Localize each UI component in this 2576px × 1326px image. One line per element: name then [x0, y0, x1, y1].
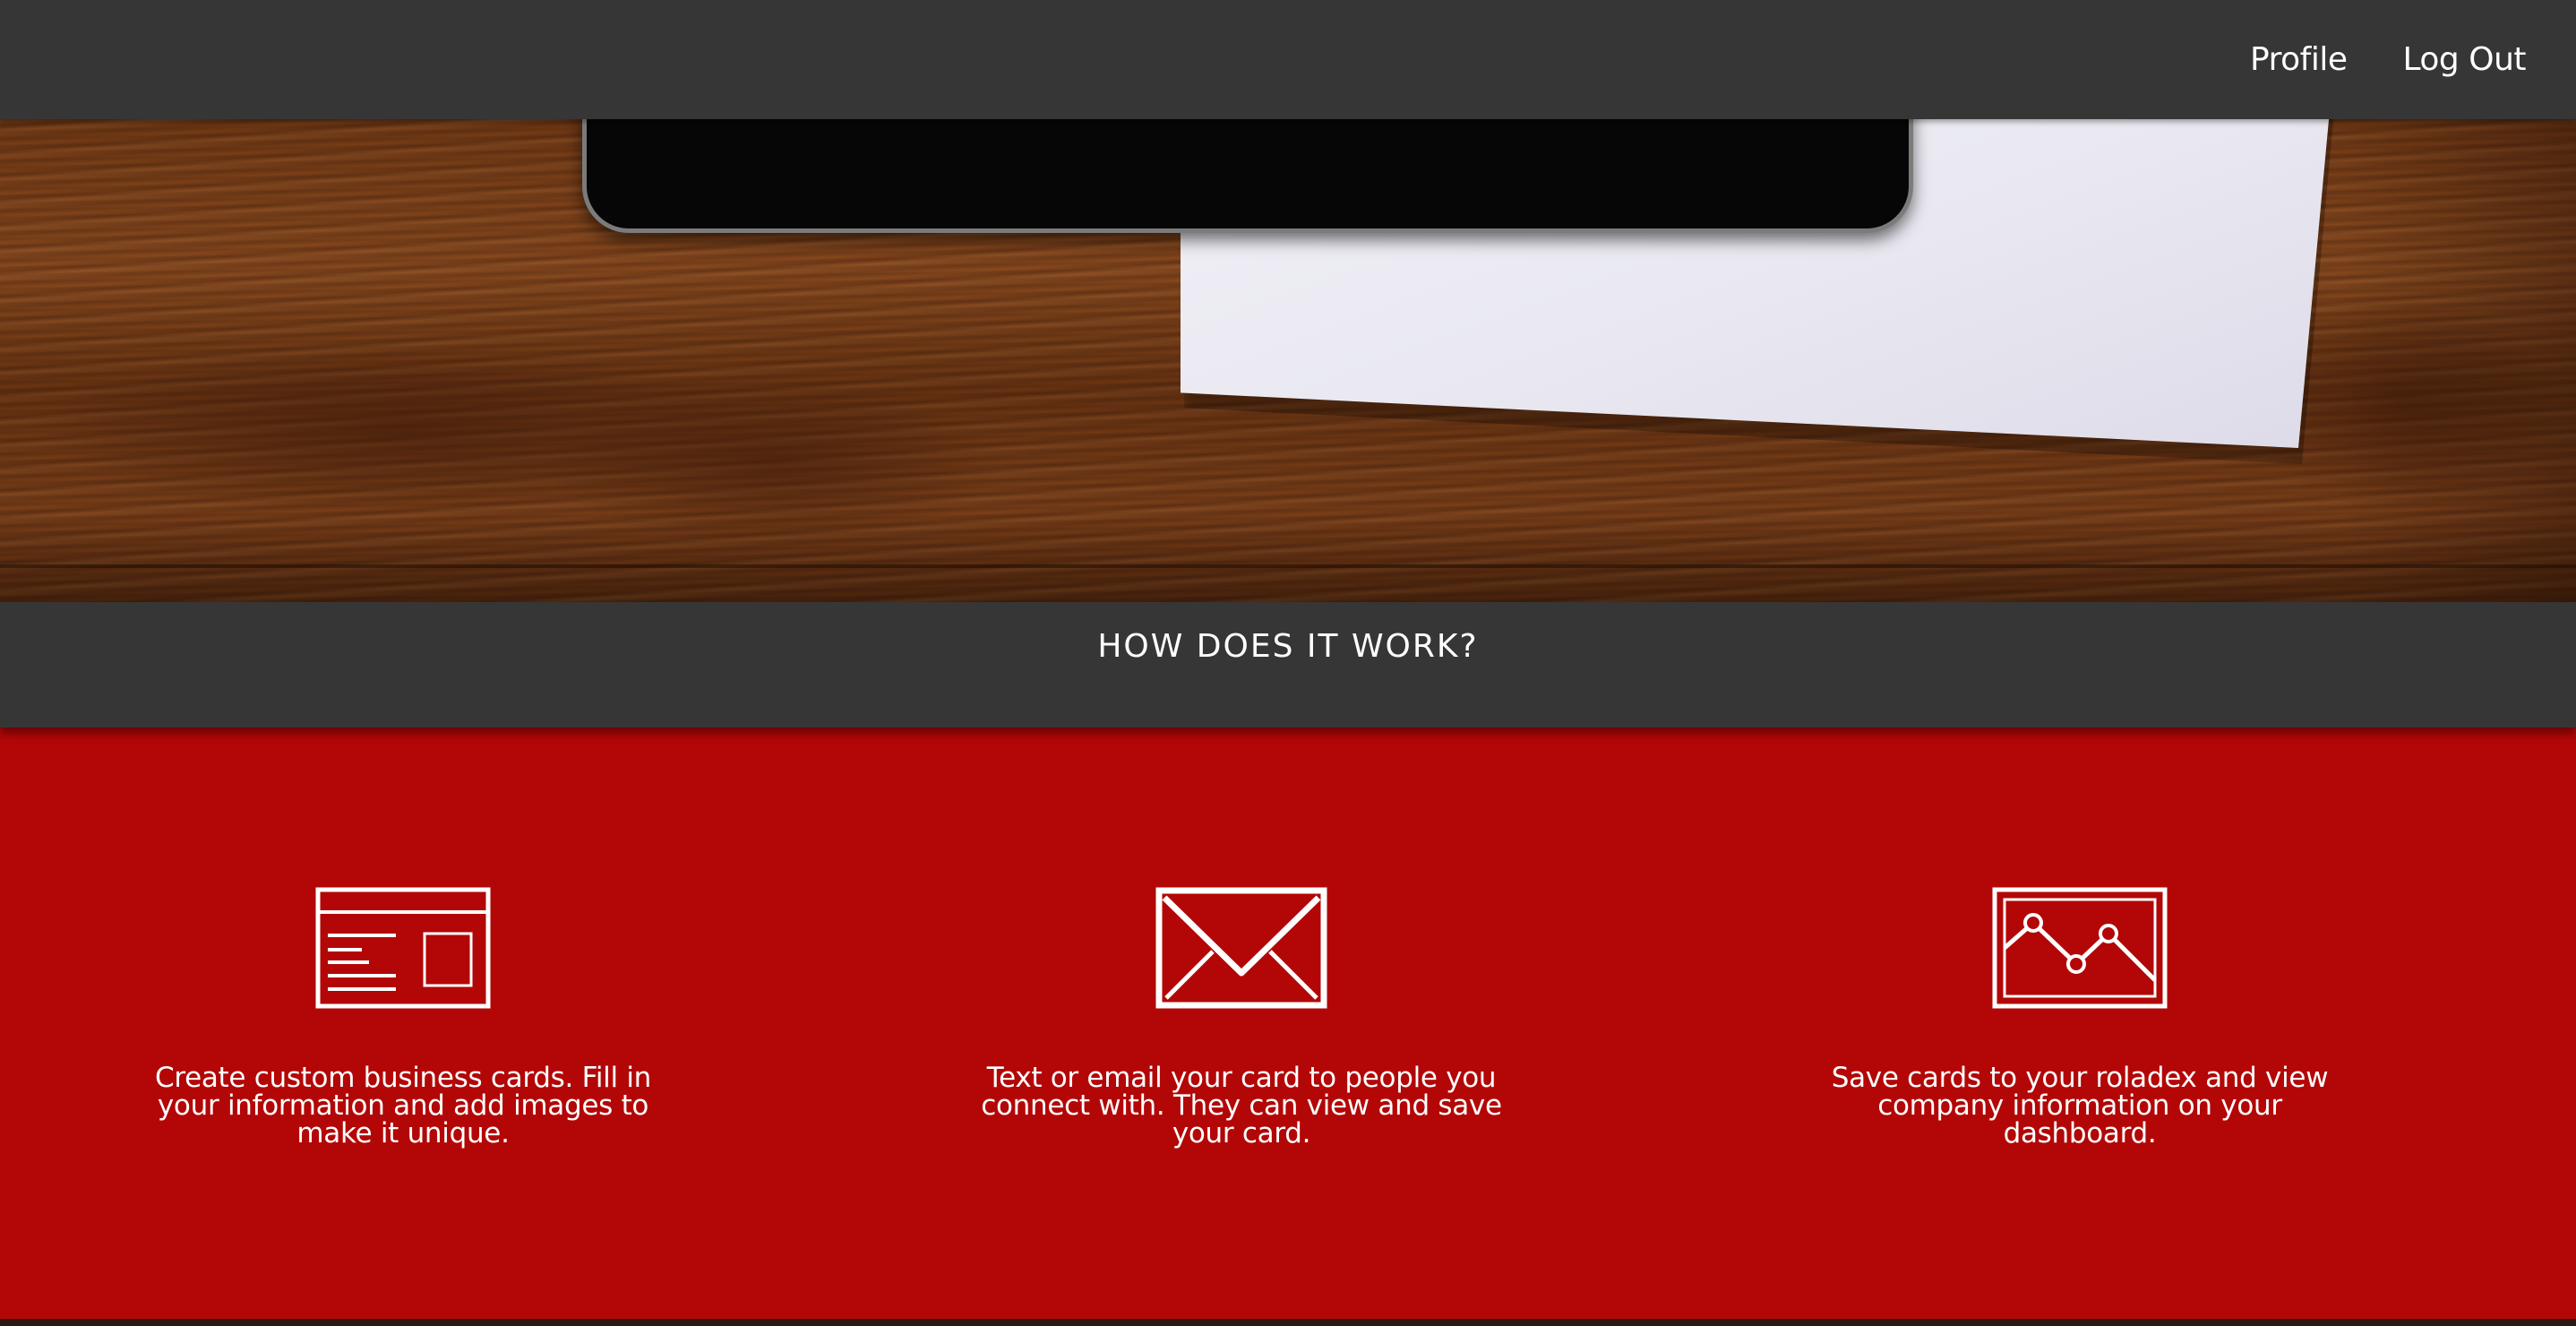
bottom-photo-strip: [0, 1319, 2576, 1326]
envelope-icon: [1155, 887, 1327, 1009]
feature-create-card: Create custom business cards. Fill in yo…: [125, 728, 681, 1319]
feature-description: Text or email your card to people you co…: [981, 1062, 1502, 1149]
line-chart-icon: [1992, 887, 2168, 1009]
feature-description: Save cards to your roladex and view comp…: [1831, 1062, 2329, 1149]
feature-dashboard: Save cards to your roladex and view comp…: [1802, 728, 2357, 1319]
profile-link[interactable]: Profile: [2250, 41, 2348, 78]
feature-description: Create custom business cards. Fill in yo…: [154, 1062, 652, 1149]
wood-plank-seam: [0, 564, 2576, 568]
wood-grain: [537, 376, 1003, 547]
features-section: Create custom business cards. Fill in yo…: [0, 728, 2576, 1319]
how-it-works-band: HOW DOES IT WORK?: [0, 602, 2576, 728]
logout-link[interactable]: Log Out: [2402, 41, 2526, 78]
business-card-icon: [315, 887, 491, 1009]
nav-links: Profile Log Out: [2250, 0, 2526, 119]
top-navbar: Profile Log Out: [0, 0, 2576, 119]
page: Profile Log Out HOW DOES IT WORK? Create…: [0, 0, 2576, 1326]
section-title: HOW DOES IT WORK?: [1097, 628, 1479, 665]
feature-share-card: Text or email your card to people you co…: [964, 728, 1519, 1319]
